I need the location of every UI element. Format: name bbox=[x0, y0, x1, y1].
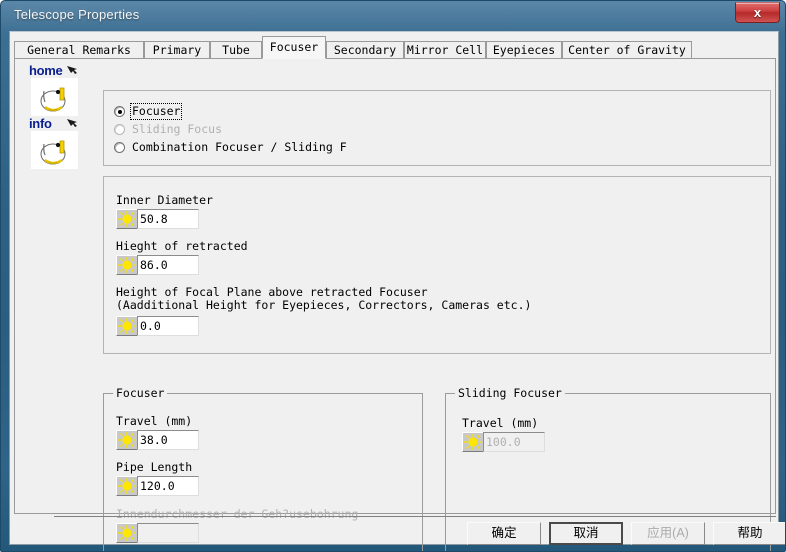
arrow-right-icon bbox=[65, 62, 81, 78]
focuser-type-panel: Focuser Sliding Focus Combination Focuse… bbox=[103, 90, 771, 166]
bird-icon[interactable] bbox=[31, 131, 78, 169]
sliding-focuser-groupbox-title: Sliding Focuser bbox=[455, 386, 565, 400]
radio-combination-label: Combination Focuser / Sliding F bbox=[132, 140, 347, 154]
radio-focuser-label: Focuser bbox=[129, 103, 183, 120]
radio-sliding-focus-indicator bbox=[114, 124, 125, 135]
sun-icon[interactable] bbox=[116, 316, 138, 336]
tab-focuser[interactable]: Focuser bbox=[262, 36, 326, 59]
apply-button: 应用(A) bbox=[631, 522, 705, 545]
inner-diameter-input[interactable]: 50.8 bbox=[137, 209, 199, 229]
radio-sliding-focus-label: Sliding Focus bbox=[132, 122, 223, 136]
radio-combination-indicator[interactable] bbox=[114, 142, 125, 153]
close-icon: x bbox=[753, 5, 762, 20]
pipe-length-input[interactable]: 120.0 bbox=[137, 476, 199, 496]
sun-icon[interactable] bbox=[116, 476, 138, 496]
separator bbox=[54, 516, 776, 517]
focuser-travel-input[interactable]: 38.0 bbox=[137, 430, 199, 450]
dialog-window: Telescope Properties x General Remarks P… bbox=[0, 0, 786, 552]
tab-mirror-cell[interactable]: Mirror Cell bbox=[404, 41, 486, 59]
inner-diameter-label: Inner Diameter bbox=[116, 193, 213, 207]
sliding-travel-label: Travel (mm) bbox=[462, 416, 539, 430]
close-button[interactable]: x bbox=[735, 2, 780, 23]
tab-eyepieces[interactable]: Eyepieces bbox=[486, 41, 562, 59]
bird-icon[interactable] bbox=[31, 78, 78, 116]
window-title: Telescope Properties bbox=[14, 7, 140, 22]
sun-icon[interactable] bbox=[116, 255, 138, 275]
side-link-rail: home info bbox=[29, 63, 93, 173]
sun-icon[interactable] bbox=[116, 209, 138, 229]
arrow-right-icon bbox=[65, 115, 81, 131]
tab-secondary[interactable]: Secondary bbox=[326, 41, 404, 59]
height-retracted-input[interactable]: 86.0 bbox=[137, 255, 199, 275]
ok-button[interactable]: 确定 bbox=[467, 522, 541, 545]
dialog-client-area: General Remarks Primary Tube Focuser Sec… bbox=[9, 31, 785, 551]
pipe-length-label: Pipe Length bbox=[116, 460, 193, 474]
dimensions-panel: Inner Diameter 50.8 Hieght of retracted … bbox=[103, 176, 771, 354]
title-bar[interactable]: Telescope Properties x bbox=[1, 1, 785, 31]
height-retracted-label: Hieght of retracted bbox=[116, 239, 248, 253]
help-button[interactable]: 帮助 bbox=[713, 522, 785, 545]
tab-page-focuser: home info Focuser Sliding Focus Combinat… bbox=[14, 58, 776, 551]
focuser-travel-label: Travel (mm) bbox=[116, 414, 193, 428]
rail-item-home-label[interactable]: home bbox=[29, 63, 63, 78]
focal-plane-label-line1: Height of Focal Plane above retracted Fo… bbox=[116, 285, 428, 299]
radio-focuser-indicator[interactable] bbox=[114, 106, 125, 117]
sun-icon[interactable] bbox=[462, 432, 484, 452]
tab-general-remarks[interactable]: General Remarks bbox=[14, 41, 144, 59]
focal-plane-input[interactable]: 0.0 bbox=[137, 316, 199, 336]
cancel-button[interactable]: 取消 bbox=[549, 522, 623, 545]
sliding-travel-input: 100.0 bbox=[483, 432, 545, 452]
focal-plane-label-line2: (Aadditional Height for Eyepieces, Corre… bbox=[116, 298, 532, 312]
tab-center-of-gravity[interactable]: Center of Gravity bbox=[562, 41, 692, 59]
dialog-button-bar: 确定 取消 应用(A) 帮助 bbox=[14, 516, 785, 545]
tab-strip: General Remarks Primary Tube Focuser Sec… bbox=[14, 36, 776, 59]
tab-tube[interactable]: Tube bbox=[210, 41, 262, 59]
rail-item-info-label[interactable]: info bbox=[29, 116, 52, 131]
tab-primary[interactable]: Primary bbox=[144, 41, 210, 59]
focuser-groupbox-title: Focuser bbox=[113, 386, 168, 400]
sun-icon[interactable] bbox=[116, 430, 138, 450]
